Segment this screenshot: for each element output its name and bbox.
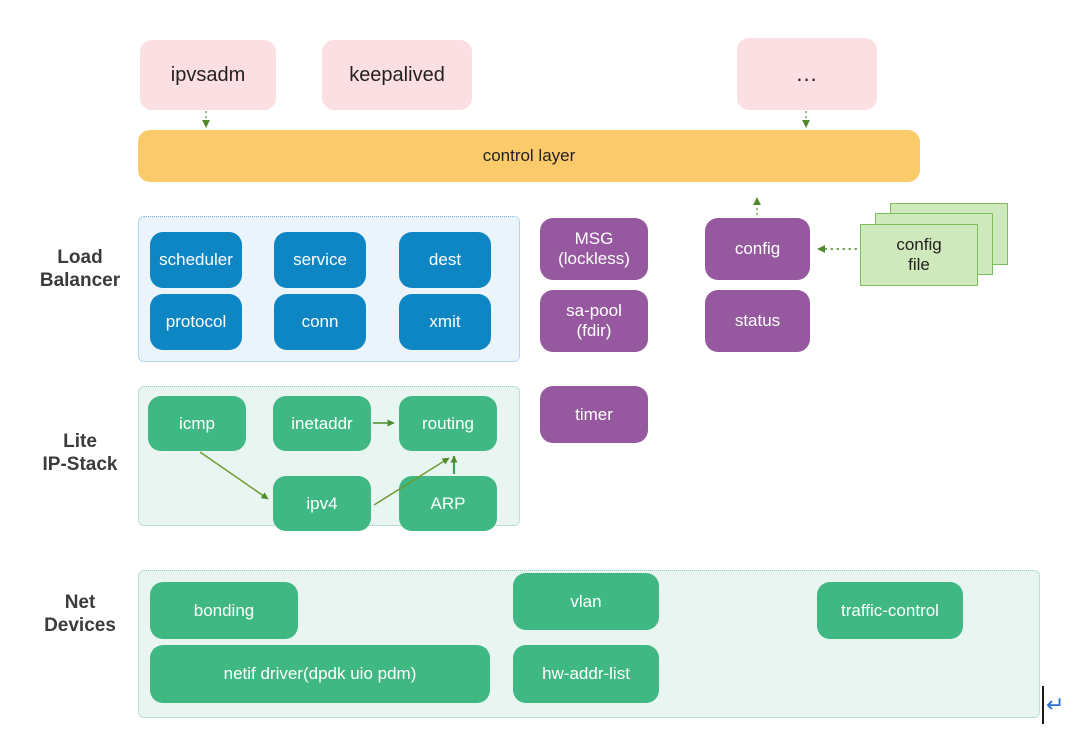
module-timer[interactable]: timer bbox=[540, 386, 648, 443]
netdev-module-bonding[interactable]: bonding bbox=[150, 582, 298, 639]
module-label: service bbox=[293, 250, 347, 270]
module-label: traffic-control bbox=[841, 600, 939, 620]
module-label: status bbox=[734, 311, 781, 331]
control-layer-label: control layer bbox=[482, 146, 576, 166]
app-box-ipvsadm[interactable]: ipvsadm bbox=[140, 40, 276, 110]
config-file-stack[interactable]: config file bbox=[860, 203, 1020, 293]
enter-key-icon: ↵ bbox=[1046, 692, 1065, 717]
module-msg-lockless[interactable]: MSG (lockless) bbox=[540, 218, 648, 280]
app-label: keepalived bbox=[349, 63, 445, 86]
config-file-label: config file bbox=[896, 235, 942, 274]
lb-module-conn[interactable]: conn bbox=[274, 294, 366, 350]
lb-module-protocol[interactable]: protocol bbox=[150, 294, 242, 350]
lb-module-xmit[interactable]: xmit bbox=[399, 294, 491, 350]
section-label-net-devices: Net Devices bbox=[44, 592, 116, 636]
module-sa-pool-fdir[interactable]: sa-pool (fdir) bbox=[540, 290, 648, 352]
ipstack-module-arp[interactable]: ARP bbox=[399, 476, 497, 531]
module-label: hw-addr-list bbox=[542, 664, 630, 684]
text-cursor-bar bbox=[1042, 686, 1044, 724]
ipstack-module-icmp[interactable]: icmp bbox=[148, 396, 246, 451]
module-label: conn bbox=[301, 312, 339, 332]
control-layer-bar[interactable]: control layer bbox=[138, 130, 920, 182]
lb-module-scheduler[interactable]: scheduler bbox=[150, 232, 242, 288]
netdev-module-traffic-control[interactable]: traffic-control bbox=[817, 582, 963, 639]
lb-module-dest[interactable]: dest bbox=[399, 232, 491, 288]
netdev-module-hw-addr-list[interactable]: hw-addr-list bbox=[513, 645, 659, 703]
module-label: netif driver(dpdk uio pdm) bbox=[223, 664, 417, 684]
diagram-canvas: ipvsadm keepalived ... control layer Loa… bbox=[0, 0, 1080, 745]
module-label: routing bbox=[422, 413, 474, 433]
module-label: ARP bbox=[430, 493, 466, 513]
app-label: ... bbox=[796, 61, 818, 87]
netdev-module-vlan[interactable]: vlan bbox=[513, 573, 659, 630]
module-label: MSG (lockless) bbox=[558, 229, 630, 268]
app-label: ipvsadm bbox=[170, 63, 246, 86]
lb-module-service[interactable]: service bbox=[274, 232, 366, 288]
module-label: xmit bbox=[429, 312, 461, 332]
module-label: dest bbox=[428, 250, 462, 270]
module-config[interactable]: config bbox=[705, 218, 810, 280]
module-label: icmp bbox=[179, 413, 215, 433]
module-label: config bbox=[734, 239, 781, 259]
ipstack-module-ipv4[interactable]: ipv4 bbox=[273, 476, 371, 531]
ipstack-module-inetaddr[interactable]: inetaddr bbox=[273, 396, 371, 451]
module-label: scheduler bbox=[159, 250, 233, 270]
module-label: timer bbox=[575, 404, 613, 424]
app-box-keepalived[interactable]: keepalived bbox=[322, 40, 472, 110]
module-label: vlan bbox=[570, 591, 602, 611]
module-label: protocol bbox=[165, 312, 227, 332]
module-label: inetaddr bbox=[291, 413, 353, 433]
module-status[interactable]: status bbox=[705, 290, 810, 352]
module-label: ipv4 bbox=[306, 493, 338, 513]
section-label-lite-ip-stack: Lite IP-Stack bbox=[42, 431, 118, 475]
section-label-load-balancer: Load Balancer bbox=[39, 247, 121, 291]
app-box-ellipsis[interactable]: ... bbox=[737, 38, 877, 110]
ipstack-module-routing[interactable]: routing bbox=[399, 396, 497, 451]
netdev-module-netif-driver[interactable]: netif driver(dpdk uio pdm) bbox=[150, 645, 490, 703]
module-label: sa-pool (fdir) bbox=[566, 301, 622, 340]
module-label: bonding bbox=[193, 600, 255, 620]
